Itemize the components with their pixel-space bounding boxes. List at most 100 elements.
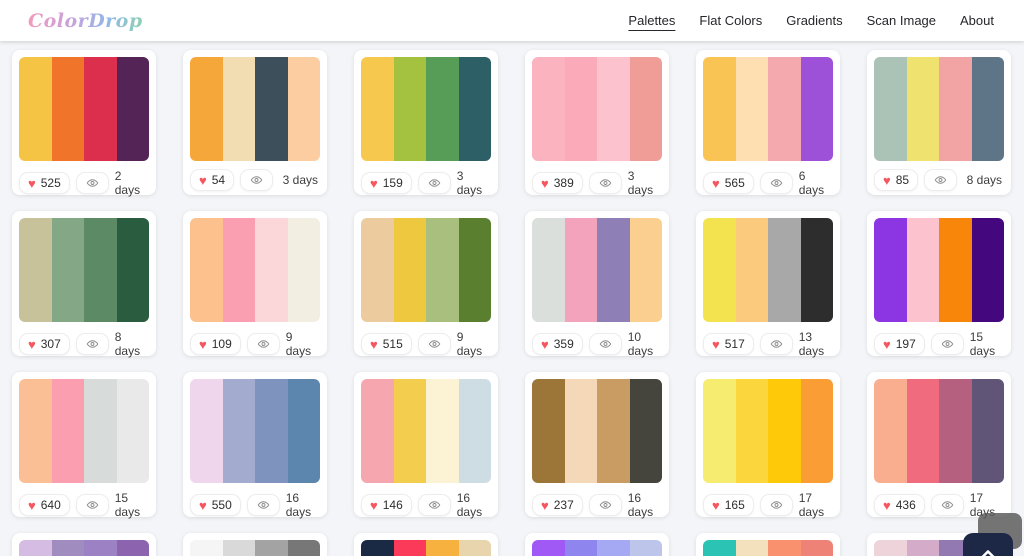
palette-swatches[interactable] [361, 57, 491, 161]
like-button[interactable]: ♥ 525 [19, 172, 70, 194]
color-swatch[interactable] [800, 540, 833, 556]
palette-swatches[interactable] [361, 379, 491, 483]
color-swatch[interactable] [564, 540, 597, 556]
color-swatch[interactable] [874, 218, 907, 322]
color-swatch[interactable] [597, 379, 630, 483]
color-swatch[interactable] [222, 379, 255, 483]
like-button[interactable]: ♥ 54 [190, 169, 235, 191]
color-swatch[interactable] [800, 218, 833, 322]
color-swatch[interactable] [84, 540, 117, 556]
color-swatch[interactable] [971, 379, 1004, 483]
color-swatch[interactable] [426, 57, 459, 161]
like-button[interactable]: ♥ 237 [532, 494, 583, 516]
view-button[interactable] [930, 494, 964, 516]
color-swatch[interactable] [361, 540, 394, 556]
like-button[interactable]: ♥ 550 [190, 494, 241, 516]
like-button[interactable]: ♥ 159 [361, 172, 412, 194]
nav-item-gradients[interactable]: Gradients [786, 13, 842, 28]
color-swatch[interactable] [19, 57, 52, 161]
color-swatch[interactable] [800, 57, 833, 161]
color-swatch[interactable] [532, 540, 565, 556]
view-button[interactable] [246, 494, 280, 516]
palette-swatches[interactable] [532, 540, 662, 556]
color-swatch[interactable] [532, 218, 565, 322]
view-button[interactable] [588, 333, 622, 355]
like-button[interactable]: ♥ 389 [532, 172, 583, 194]
color-swatch[interactable] [51, 57, 84, 161]
color-swatch[interactable] [190, 218, 223, 322]
color-swatch[interactable] [116, 57, 149, 161]
nav-item-flat-colors[interactable]: Flat Colors [699, 13, 762, 28]
color-swatch[interactable] [629, 57, 662, 161]
view-button[interactable] [417, 494, 451, 516]
like-button[interactable]: ♥ 165 [703, 494, 754, 516]
color-swatch[interactable] [84, 218, 117, 322]
palette-swatches[interactable] [532, 379, 662, 483]
color-swatch[interactable] [287, 57, 320, 161]
color-swatch[interactable] [116, 540, 149, 556]
like-button[interactable]: ♥ 109 [190, 333, 241, 355]
color-swatch[interactable] [393, 540, 426, 556]
color-swatch[interactable] [735, 540, 768, 556]
color-swatch[interactable] [768, 57, 801, 161]
color-swatch[interactable] [874, 540, 907, 556]
palette-swatches[interactable] [703, 218, 833, 322]
like-button[interactable]: ♥ 517 [703, 333, 754, 355]
color-swatch[interactable] [426, 218, 459, 322]
color-swatch[interactable] [597, 218, 630, 322]
color-swatch[interactable] [800, 379, 833, 483]
color-swatch[interactable] [222, 57, 255, 161]
color-swatch[interactable] [426, 379, 459, 483]
color-swatch[interactable] [703, 540, 736, 556]
palette-swatches[interactable] [190, 540, 320, 556]
view-button[interactable] [759, 333, 793, 355]
color-swatch[interactable] [190, 540, 223, 556]
color-swatch[interactable] [393, 379, 426, 483]
brand-logo[interactable]: ColorDrop [28, 10, 143, 32]
color-swatch[interactable] [703, 379, 736, 483]
palette-swatches[interactable] [190, 57, 320, 161]
color-swatch[interactable] [939, 57, 972, 161]
color-swatch[interactable] [874, 57, 907, 161]
color-swatch[interactable] [19, 540, 52, 556]
color-swatch[interactable] [564, 57, 597, 161]
palette-swatches[interactable] [19, 57, 149, 161]
color-swatch[interactable] [768, 540, 801, 556]
color-swatch[interactable] [393, 218, 426, 322]
view-button[interactable] [417, 172, 451, 194]
color-swatch[interactable] [458, 57, 491, 161]
view-button[interactable] [759, 172, 793, 194]
color-swatch[interactable] [255, 57, 288, 161]
like-button[interactable]: ♥ 85 [874, 169, 919, 191]
color-swatch[interactable] [19, 379, 52, 483]
color-swatch[interactable] [939, 379, 972, 483]
color-swatch[interactable] [51, 540, 84, 556]
color-swatch[interactable] [906, 57, 939, 161]
color-swatch[interactable] [361, 57, 394, 161]
color-swatch[interactable] [906, 540, 939, 556]
color-swatch[interactable] [703, 218, 736, 322]
view-button[interactable] [75, 494, 109, 516]
palette-swatches[interactable] [190, 379, 320, 483]
like-button[interactable]: ♥ 146 [361, 494, 412, 516]
color-swatch[interactable] [971, 57, 1004, 161]
color-swatch[interactable] [361, 218, 394, 322]
palette-swatches[interactable] [874, 379, 1004, 483]
color-swatch[interactable] [190, 57, 223, 161]
like-button[interactable]: ♥ 359 [532, 333, 583, 355]
color-swatch[interactable] [768, 218, 801, 322]
color-swatch[interactable] [116, 218, 149, 322]
palette-swatches[interactable] [361, 218, 491, 322]
palette-swatches[interactable] [874, 218, 1004, 322]
palette-swatches[interactable] [190, 218, 320, 322]
palette-swatches[interactable] [19, 218, 149, 322]
color-swatch[interactable] [84, 57, 117, 161]
palette-swatches[interactable] [19, 379, 149, 483]
nav-item-palettes[interactable]: Palettes [628, 13, 675, 28]
color-swatch[interactable] [906, 379, 939, 483]
color-swatch[interactable] [939, 218, 972, 322]
color-swatch[interactable] [222, 540, 255, 556]
color-swatch[interactable] [703, 57, 736, 161]
color-swatch[interactable] [458, 379, 491, 483]
color-swatch[interactable] [287, 540, 320, 556]
